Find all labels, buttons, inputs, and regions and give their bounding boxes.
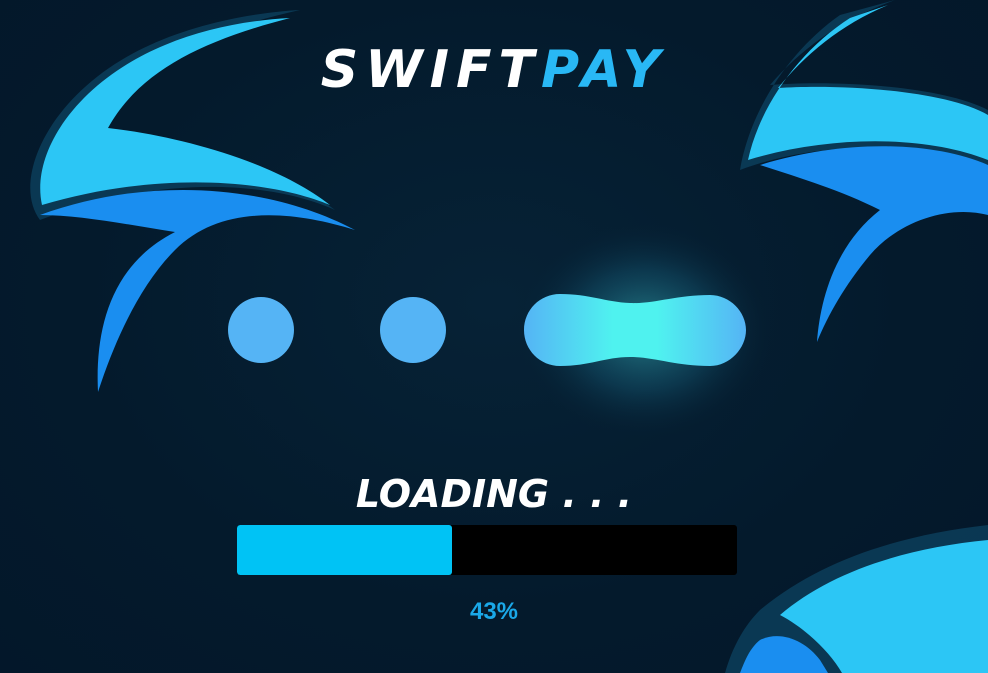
progress-percentage: 43% xyxy=(469,598,519,625)
progress-bar xyxy=(237,525,737,575)
loading-dot-merged xyxy=(524,294,746,366)
loading-dot-2 xyxy=(380,297,446,363)
loading-dot-1 xyxy=(228,297,294,363)
loading-label: LOADING . . . xyxy=(355,472,633,516)
progress-bar-fill xyxy=(237,525,452,575)
splash-screen: SWIFTPAY LOADING . . . 43% xyxy=(0,0,988,673)
